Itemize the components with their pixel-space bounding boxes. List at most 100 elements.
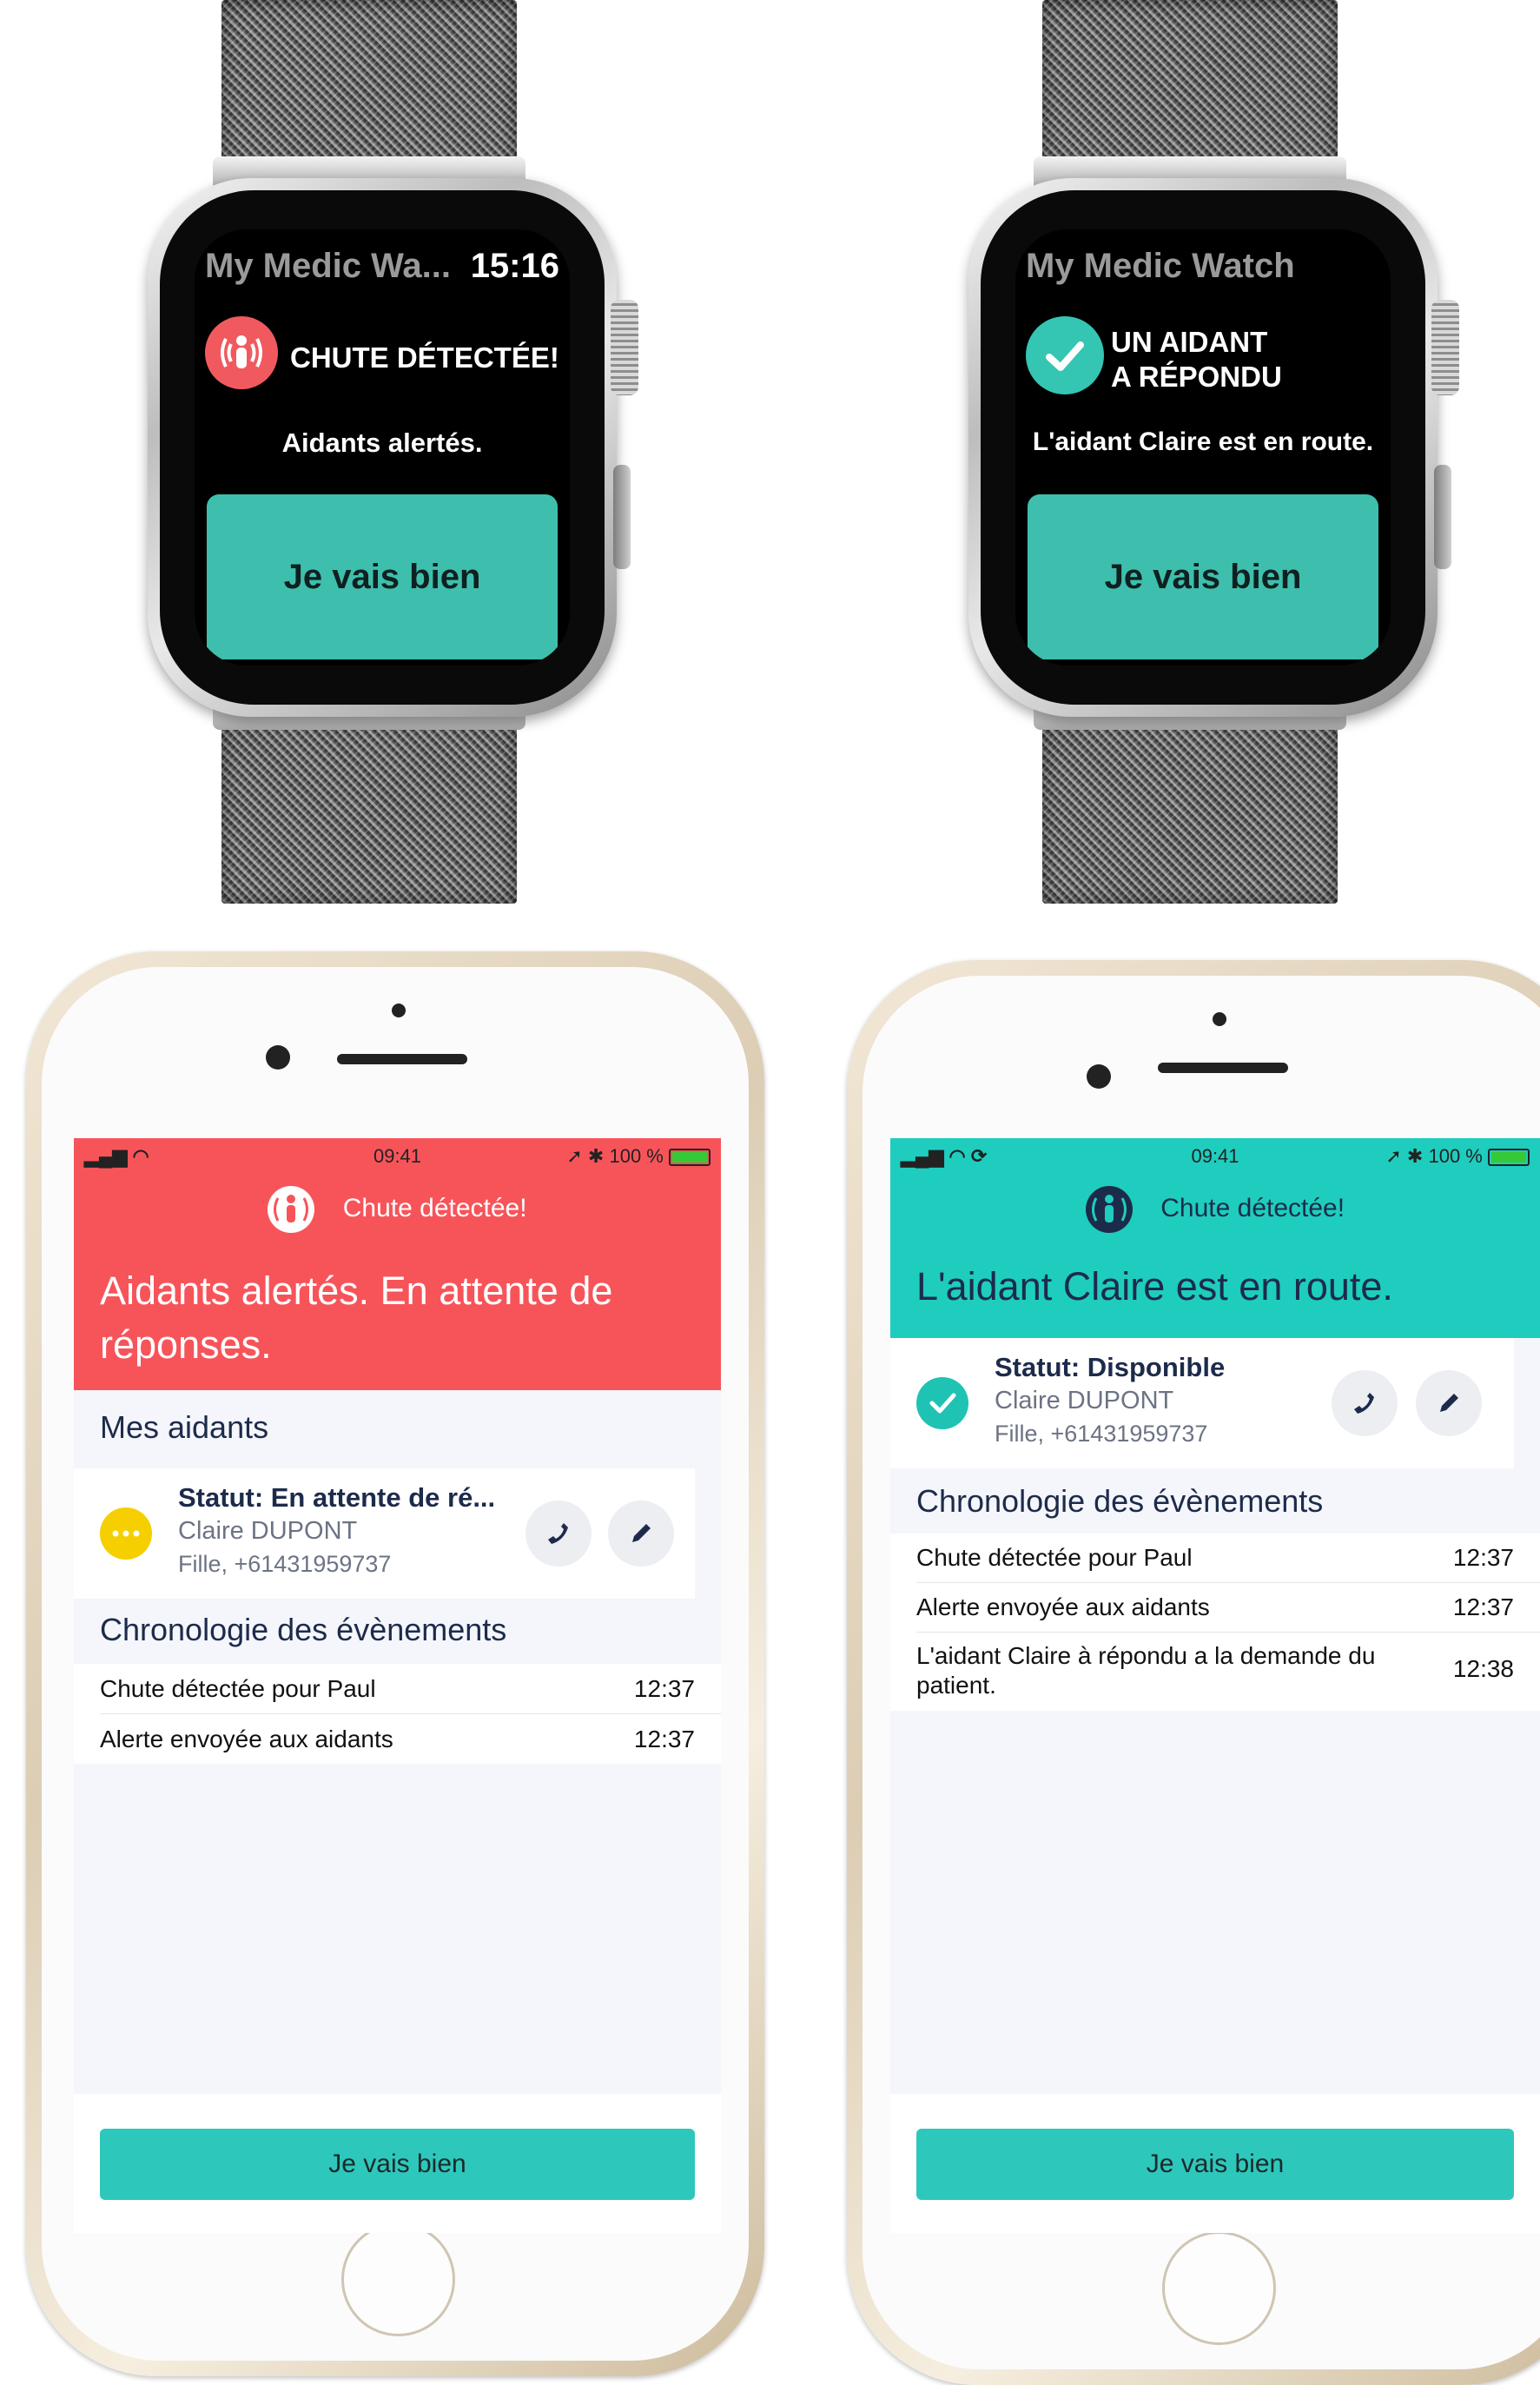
header-title-row: Chute détectée!	[890, 1186, 1540, 1233]
edit-button[interactable]	[608, 1501, 674, 1567]
caregiver-status: Statut: En attente de ré...	[178, 1482, 496, 1513]
phone-speaker	[1158, 1063, 1288, 1073]
timeline-time: 12:37	[1452, 1593, 1514, 1620]
watch-message: L'aidant Claire est en route.	[1032, 427, 1374, 456]
watch-case: My Medic Watch UN AIDANT A RÉPONDU L'aid…	[968, 178, 1438, 717]
status-bar: ▂▄▆ ◠ ⟳ 09:41 ➚ ✱ 100 %	[890, 1138, 1540, 1173]
phone-mockup-2: ▂▄▆ ◠ ⟳ 09:41 ➚ ✱ 100 % Chute détectée! …	[847, 960, 1540, 2385]
watch-app-title: My Medic Wa...	[205, 247, 452, 285]
header-message: Aidants alertés. En attente de réponses.	[100, 1269, 613, 1367]
header-title: Chute détectée!	[1160, 1193, 1345, 1222]
battery-icon	[1488, 1149, 1530, 1167]
watch-bezel: My Medic Wa... 15:16 CHUTE DÉTECTÉE! Aid…	[160, 190, 605, 705]
timeline-row: L'aidant Claire à répondu a la demande d…	[916, 1633, 1540, 1711]
bottom-area: Je vais bien	[74, 2094, 721, 2233]
watch-side-button	[613, 465, 631, 569]
call-button[interactable]	[525, 1501, 592, 1567]
status-right: ➚ ✱ 100 %	[1385, 1145, 1530, 1168]
battery-percent: 100 %	[1428, 1145, 1483, 1167]
timeline-event: L'aidant Claire à répondu a la demande d…	[916, 1642, 1376, 1699]
watch-band-bottom	[221, 712, 517, 904]
caregiver-name: Claire DUPONT	[995, 1387, 1174, 1414]
check-icon	[1026, 316, 1104, 394]
watch-mockup-1: My Medic Wa... 15:16 CHUTE DÉTECTÉE! Aid…	[130, 0, 638, 904]
digital-crown	[1431, 300, 1459, 395]
caregiver-status: Statut: Disponible	[995, 1352, 1226, 1382]
battery-icon	[669, 1149, 711, 1167]
timeline-time: 12:37	[633, 1675, 695, 1702]
timeline-row: Alerte envoyée aux aidants 12:37	[100, 1714, 721, 1764]
watch-band-top	[221, 0, 517, 165]
front-camera-icon	[1087, 1064, 1111, 1089]
phone-sensor	[1213, 1012, 1226, 1026]
digital-crown	[611, 300, 638, 395]
pencil-icon	[1440, 1394, 1458, 1412]
watch-screen: My Medic Watch UN AIDANT A RÉPONDU L'aid…	[1015, 229, 1391, 666]
je-vais-bien-button[interactable]: Je vais bien	[1028, 494, 1378, 659]
je-vais-bien-button[interactable]: Je vais bien	[207, 494, 558, 659]
home-button[interactable]	[341, 2223, 455, 2336]
timeline-event: Chute détectée pour Paul	[916, 1544, 1193, 1571]
timeline-event: Chute détectée pour Paul	[100, 1675, 376, 1702]
pending-status-icon	[100, 1507, 152, 1560]
header-title-row: Chute détectée!	[74, 1186, 721, 1233]
timeline-row: Chute détectée pour Paul 12:37	[916, 1534, 1540, 1583]
caregiver-relation: Fille, +61431959737	[995, 1421, 1208, 1447]
watch-band-top	[1042, 0, 1338, 165]
timeline-list: Chute détectée pour Paul 12:37 Alerte en…	[74, 1664, 721, 1764]
caregiver-card[interactable]: Statut: En attente de ré... Claire DUPON…	[74, 1468, 695, 1599]
status-header: ▂▄▆ ◠ ⟳ 09:41 ➚ ✱ 100 % Chute détectée! …	[890, 1138, 1540, 1338]
front-camera-icon	[266, 1045, 290, 1070]
timeline-list: Chute détectée pour Paul 12:37 Alerte en…	[890, 1534, 1540, 1711]
phone-sensor	[392, 1004, 406, 1017]
phone-icon	[1354, 1393, 1374, 1414]
timeline-row: Alerte envoyée aux aidants 12:37	[916, 1583, 1540, 1633]
watch-mockup-2: My Medic Watch UN AIDANT A RÉPONDU L'aid…	[951, 0, 1459, 904]
available-check-icon	[916, 1377, 968, 1429]
watch-headline: UN AIDANT A RÉPONDU	[1111, 325, 1282, 394]
phone-mockup-1: ▂▄▆ ◠ 09:41 ➚ ✱ 100 % Chute détectée! Ai…	[26, 951, 764, 2376]
phone-screen: ▂▄▆ ◠ ⟳ 09:41 ➚ ✱ 100 % Chute détectée! …	[890, 1138, 1540, 2233]
timeline-event: Alerte envoyée aux aidants	[100, 1726, 393, 1752]
fall-alert-icon	[268, 1186, 315, 1233]
pencil-icon	[632, 1524, 651, 1542]
caregiver-relation: Fille, +61431959737	[178, 1551, 392, 1577]
caregiver-name: Claire DUPONT	[178, 1517, 358, 1545]
header-title: Chute détectée!	[342, 1193, 527, 1222]
caregiver-card[interactable]: Statut: Disponible Claire DUPONT Fille, …	[890, 1338, 1514, 1468]
header-message: L'aidant Claire est en route.	[916, 1264, 1393, 1308]
timeline-title: Chronologie des évènements	[916, 1483, 1324, 1519]
watch-message: Aidants alertés.	[281, 427, 483, 458]
edit-button[interactable]	[1416, 1370, 1482, 1436]
timeline-title: Chronologie des évènements	[100, 1612, 507, 1647]
watch-headline-line2: A RÉPONDU	[1111, 361, 1282, 393]
timeline-time: 12:37	[1452, 1544, 1514, 1571]
status-right: ➚ ✱ 100 %	[566, 1145, 711, 1168]
watch-bezel: My Medic Watch UN AIDANT A RÉPONDU L'aid…	[981, 190, 1425, 705]
watch-side-button	[1434, 465, 1451, 569]
phone-icon	[548, 1523, 568, 1544]
timeline-time: 12:37	[633, 1726, 695, 1752]
fall-alert-icon	[205, 316, 278, 389]
phone-screen: ▂▄▆ ◠ 09:41 ➚ ✱ 100 % Chute détectée! Ai…	[74, 1138, 721, 2233]
watch-headline-line1: UN AIDANT	[1111, 326, 1268, 358]
status-bar: ▂▄▆ ◠ 09:41 ➚ ✱ 100 %	[74, 1138, 721, 1173]
watch-band-bottom	[1042, 712, 1338, 904]
phone-speaker	[337, 1054, 467, 1064]
battery-percent: 100 %	[609, 1145, 664, 1167]
timeline-time: 12:38	[1452, 1655, 1514, 1682]
watch-headline: CHUTE DÉTECTÉE!	[290, 341, 559, 374]
watch-case: My Medic Wa... 15:16 CHUTE DÉTECTÉE! Aid…	[148, 178, 617, 717]
fall-alert-icon	[1085, 1186, 1133, 1233]
call-button[interactable]	[1332, 1370, 1398, 1436]
je-vais-bien-button[interactable]: Je vais bien	[916, 2129, 1514, 2200]
bottom-area: Je vais bien	[890, 2094, 1540, 2233]
caregivers-title: Mes aidants	[100, 1409, 269, 1445]
alert-header: ▂▄▆ ◠ 09:41 ➚ ✱ 100 % Chute détectée! Ai…	[74, 1138, 721, 1390]
home-button[interactable]	[1162, 2231, 1276, 2345]
watch-screen: My Medic Wa... 15:16 CHUTE DÉTECTÉE! Aid…	[195, 229, 570, 666]
timeline-event: Alerte envoyée aux aidants	[916, 1593, 1210, 1620]
timeline-row: Chute détectée pour Paul 12:37	[100, 1664, 721, 1714]
je-vais-bien-button[interactable]: Je vais bien	[100, 2129, 695, 2200]
watch-time: 15:16	[470, 247, 559, 285]
